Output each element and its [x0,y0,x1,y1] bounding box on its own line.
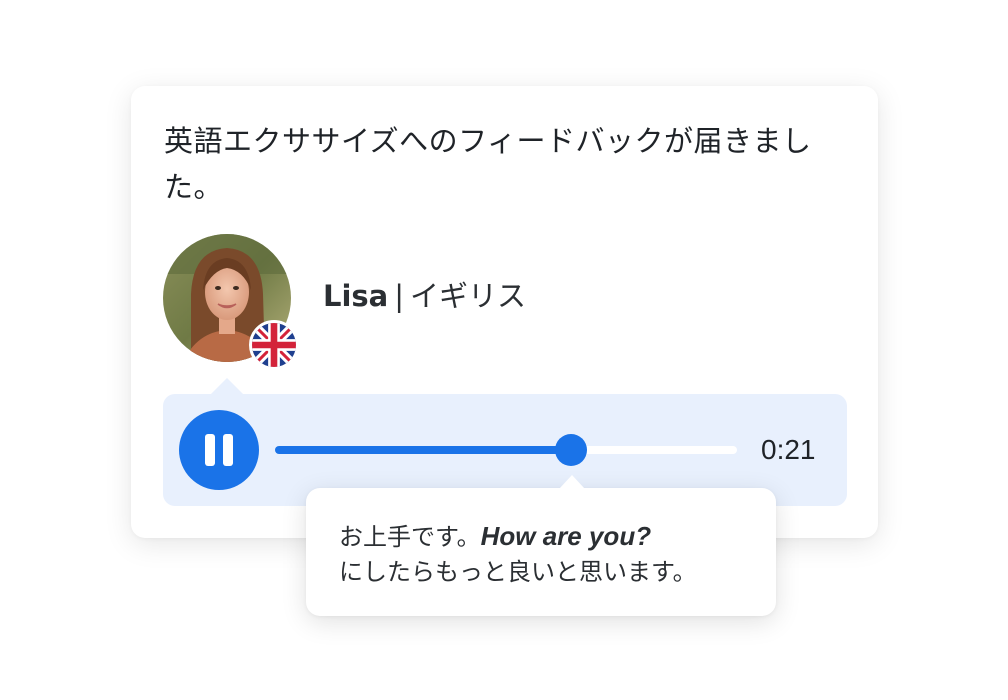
uk-flag-icon [249,320,299,370]
comment-pointer [559,475,585,489]
feedback-comment: お上手です。How are you? にしたらもっと良いと思います。 [339,519,759,590]
progress-thumb[interactable] [554,434,587,466]
playback-time: 0:21 [761,434,816,465]
name-separator: | [394,279,405,313]
comment-emphasis: How are you? [480,521,652,551]
comment-prefix: お上手です。 [339,523,481,551]
progress-track[interactable] [275,434,737,466]
feedback-comment-bubble: お上手です。How are you? にしたらもっと良いと思います。 [306,475,776,616]
comment-suffix: にしたらもっと良いと思います。 [339,558,697,586]
tutor-country: イギリス [410,279,527,313]
feedback-card: 英語エクササイズへのフィードバックが届きました。 Lisa | イギリス 0:2… [131,86,878,538]
tutor-name: Lisa [323,279,389,313]
pause-button[interactable] [179,410,259,490]
pause-icon [205,434,215,466]
tutor-info: Lisa | イギリス [323,276,526,316]
notification-headline: 英語エクササイズへのフィードバックが届きました。 [164,124,812,204]
player-pointer [211,378,243,394]
pause-icon-bar [223,434,233,466]
progress-fill [275,446,571,454]
tutor-avatar-group [163,234,299,370]
